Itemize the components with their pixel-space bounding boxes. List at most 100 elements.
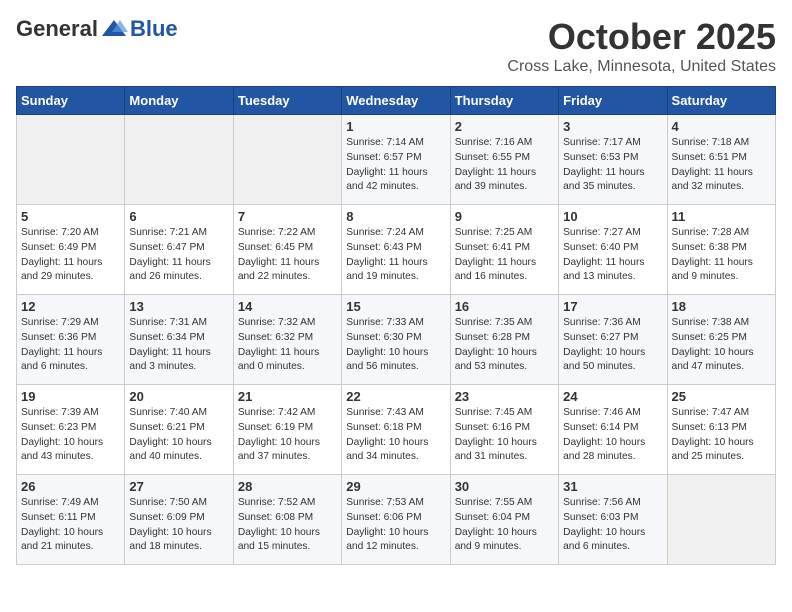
day-info: Sunrise: 7:35 AM Sunset: 6:28 PM Dayligh… [455, 316, 554, 375]
week-row-1: 1Sunrise: 7:14 AM Sunset: 6:57 PM Daylig… [17, 115, 776, 205]
header-thursday: Thursday [450, 87, 558, 115]
day-number: 17 [563, 299, 662, 314]
day-cell [125, 115, 233, 205]
day-cell [17, 115, 125, 205]
day-number: 26 [21, 479, 120, 494]
day-info: Sunrise: 7:24 AM Sunset: 6:43 PM Dayligh… [346, 226, 445, 285]
logo-general-text: General [16, 16, 98, 42]
day-number: 21 [238, 389, 337, 404]
day-number: 28 [238, 479, 337, 494]
day-info: Sunrise: 7:42 AM Sunset: 6:19 PM Dayligh… [238, 406, 337, 465]
day-cell: 28Sunrise: 7:52 AM Sunset: 6:08 PM Dayli… [233, 475, 341, 565]
day-number: 19 [21, 389, 120, 404]
day-number: 13 [129, 299, 228, 314]
day-number: 8 [346, 209, 445, 224]
day-number: 30 [455, 479, 554, 494]
day-number: 15 [346, 299, 445, 314]
day-cell: 16 Sunrise: 7:35 AM Sunset: 6:28 PM Dayli… [450, 295, 558, 385]
day-cell: 19Sunrise: 7:39 AM Sunset: 6:23 PM Dayli… [17, 385, 125, 475]
day-info: Sunrise: 7:49 AM Sunset: 6:11 PM Dayligh… [21, 496, 120, 555]
week-row-4: 19Sunrise: 7:39 AM Sunset: 6:23 PM Dayli… [17, 385, 776, 475]
day-info: Sunrise: 7:36 AM Sunset: 6:27 PM Dayligh… [563, 316, 662, 375]
day-info: Sunrise: 7:29 AM Sunset: 6:36 PM Dayligh… [21, 316, 120, 375]
header-tuesday: Tuesday [233, 87, 341, 115]
day-number: 24 [563, 389, 662, 404]
day-cell: 1Sunrise: 7:14 AM Sunset: 6:57 PM Daylig… [342, 115, 450, 205]
day-number: 16 [455, 299, 554, 314]
day-number: 2 [455, 119, 554, 134]
day-cell [233, 115, 341, 205]
day-cell: 26 Sunrise: 7:49 AM Sunset: 6:11 PM Dayli… [17, 475, 125, 565]
day-number: 1 [346, 119, 445, 134]
day-cell: 11 Sunrise: 7:28 AM Sunset: 6:38 PM Dayli… [667, 205, 775, 295]
calendar-subtitle: Cross Lake, Minnesota, United States [507, 58, 776, 76]
week-row-3: 12 Sunrise: 7:29 AM Sunset: 6:36 PM Dayli… [17, 295, 776, 385]
day-cell: 13 Sunrise: 7:31 AM Sunset: 6:34 PM Dayli… [125, 295, 233, 385]
day-info: Sunrise: 7:28 AM Sunset: 6:38 PM Dayligh… [672, 226, 771, 285]
day-info: Sunrise: 7:18 AM Sunset: 6:51 PM Dayligh… [672, 136, 771, 195]
day-number: 14 [238, 299, 337, 314]
day-cell: 5 Sunrise: 7:20 AM Sunset: 6:49 PM Daylig… [17, 205, 125, 295]
day-info: Sunrise: 7:38 AM Sunset: 6:25 PM Dayligh… [672, 316, 771, 375]
page-header: General Blue October 2025 Cross Lake, Mi… [16, 16, 776, 76]
day-number: 10 [563, 209, 662, 224]
day-info: Sunrise: 7:40 AM Sunset: 6:21 PM Dayligh… [129, 406, 228, 465]
day-cell [667, 475, 775, 565]
day-cell: 30 Sunrise: 7:55 AM Sunset: 6:04 PM Dayli… [450, 475, 558, 565]
calendar-body: 1Sunrise: 7:14 AM Sunset: 6:57 PM Daylig… [17, 115, 776, 565]
day-cell: 6 Sunrise: 7:21 AM Sunset: 6:47 PM Daylig… [125, 205, 233, 295]
day-cell: 17 Sunrise: 7:36 AM Sunset: 6:27 PM Dayli… [559, 295, 667, 385]
day-cell: 15 Sunrise: 7:33 AM Sunset: 6:30 PM Dayli… [342, 295, 450, 385]
day-number: 12 [21, 299, 120, 314]
day-info: Sunrise: 7:56 AM Sunset: 6:03 PM Dayligh… [563, 496, 662, 555]
day-info: Sunrise: 7:45 AM Sunset: 6:16 PM Dayligh… [455, 406, 554, 465]
logo-icon [100, 18, 128, 40]
day-cell: 29 Sunrise: 7:53 AM Sunset: 6:06 PM Dayli… [342, 475, 450, 565]
day-cell: 23Sunrise: 7:45 AM Sunset: 6:16 PM Dayli… [450, 385, 558, 475]
day-info: Sunrise: 7:32 AM Sunset: 6:32 PM Dayligh… [238, 316, 337, 375]
header-saturday: Saturday [667, 87, 775, 115]
day-info: Sunrise: 7:20 AM Sunset: 6:49 PM Dayligh… [21, 226, 120, 285]
day-cell: 9Sunrise: 7:25 AM Sunset: 6:41 PM Daylig… [450, 205, 558, 295]
day-cell: 22Sunrise: 7:43 AM Sunset: 6:18 PM Dayli… [342, 385, 450, 475]
day-info: Sunrise: 7:21 AM Sunset: 6:47 PM Dayligh… [129, 226, 228, 285]
day-number: 27 [129, 479, 228, 494]
day-cell: 25Sunrise: 7:47 AM Sunset: 6:13 PM Dayli… [667, 385, 775, 475]
day-number: 31 [563, 479, 662, 494]
day-cell: 4 Sunrise: 7:18 AM Sunset: 6:51 PM Daylig… [667, 115, 775, 205]
day-number: 6 [129, 209, 228, 224]
day-number: 3 [563, 119, 662, 134]
day-info: Sunrise: 7:55 AM Sunset: 6:04 PM Dayligh… [455, 496, 554, 555]
day-info: Sunrise: 7:50 AM Sunset: 6:09 PM Dayligh… [129, 496, 228, 555]
day-info: Sunrise: 7:47 AM Sunset: 6:13 PM Dayligh… [672, 406, 771, 465]
day-cell: 3 Sunrise: 7:17 AM Sunset: 6:53 PM Daylig… [559, 115, 667, 205]
title-block: October 2025 Cross Lake, Minnesota, Unit… [507, 16, 776, 76]
day-number: 29 [346, 479, 445, 494]
header-row: SundayMondayTuesdayWednesdayThursdayFrid… [17, 87, 776, 115]
day-cell: 20 Sunrise: 7:40 AM Sunset: 6:21 PM Dayli… [125, 385, 233, 475]
day-info: Sunrise: 7:25 AM Sunset: 6:41 PM Dayligh… [455, 226, 554, 285]
day-info: Sunrise: 7:53 AM Sunset: 6:06 PM Dayligh… [346, 496, 445, 555]
logo-blue-text: Blue [130, 16, 178, 42]
day-info: Sunrise: 7:31 AM Sunset: 6:34 PM Dayligh… [129, 316, 228, 375]
day-cell: 31 Sunrise: 7:56 AM Sunset: 6:03 PM Dayli… [559, 475, 667, 565]
calendar-header: SundayMondayTuesdayWednesdayThursdayFrid… [17, 87, 776, 115]
day-number: 4 [672, 119, 771, 134]
day-number: 18 [672, 299, 771, 314]
day-cell: 12 Sunrise: 7:29 AM Sunset: 6:36 PM Dayli… [17, 295, 125, 385]
day-info: Sunrise: 7:27 AM Sunset: 6:40 PM Dayligh… [563, 226, 662, 285]
calendar-table: SundayMondayTuesdayWednesdayThursdayFrid… [16, 86, 776, 565]
day-number: 20 [129, 389, 228, 404]
day-number: 11 [672, 209, 771, 224]
day-cell: 21 Sunrise: 7:42 AM Sunset: 6:19 PM Dayli… [233, 385, 341, 475]
day-info: Sunrise: 7:33 AM Sunset: 6:30 PM Dayligh… [346, 316, 445, 375]
day-number: 5 [21, 209, 120, 224]
day-cell: 27 Sunrise: 7:50 AM Sunset: 6:09 PM Dayli… [125, 475, 233, 565]
day-cell: 2Sunrise: 7:16 AM Sunset: 6:55 PM Daylig… [450, 115, 558, 205]
header-friday: Friday [559, 87, 667, 115]
day-cell: 10 Sunrise: 7:27 AM Sunset: 6:40 PM Dayli… [559, 205, 667, 295]
header-monday: Monday [125, 87, 233, 115]
day-info: Sunrise: 7:22 AM Sunset: 6:45 PM Dayligh… [238, 226, 337, 285]
day-info: Sunrise: 7:17 AM Sunset: 6:53 PM Dayligh… [563, 136, 662, 195]
day-info: Sunrise: 7:46 AM Sunset: 6:14 PM Dayligh… [563, 406, 662, 465]
